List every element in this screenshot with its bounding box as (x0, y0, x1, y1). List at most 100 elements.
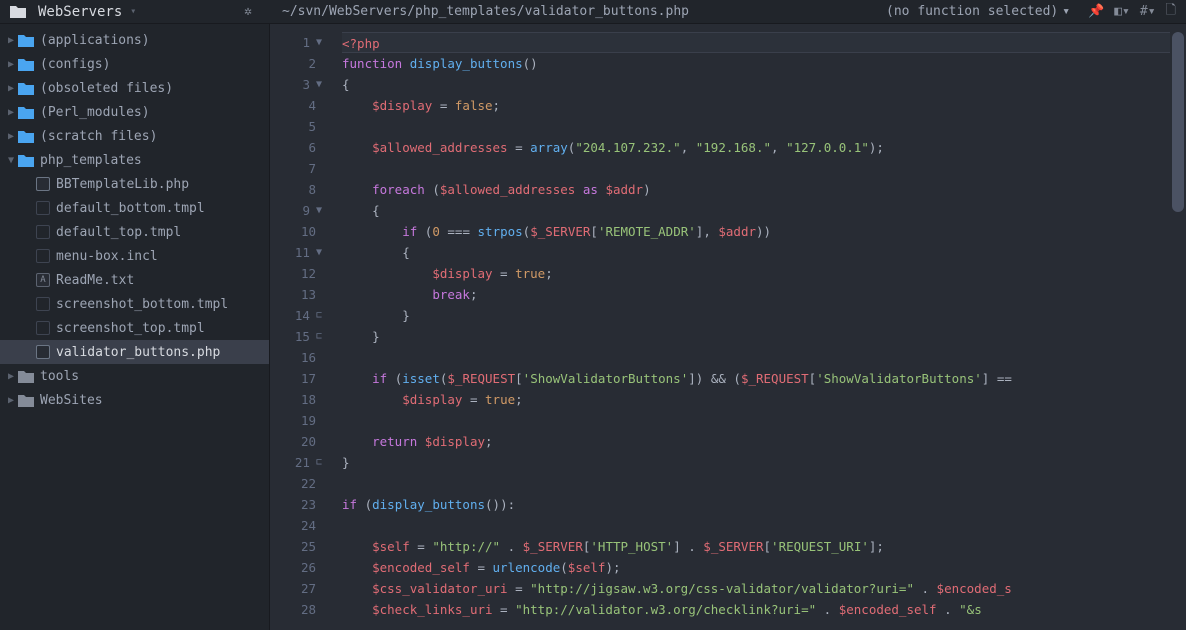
code-line[interactable] (342, 158, 1170, 179)
line-number: 17 (270, 368, 322, 389)
tree-item-label: BBTemplateLib.php (56, 177, 189, 192)
file-item[interactable]: BBTemplateLib.php (0, 172, 269, 196)
line-number: 27 (270, 578, 322, 599)
vertical-scrollbar[interactable] (1170, 24, 1186, 630)
fold-marker-icon[interactable]: ⊏ (316, 305, 322, 326)
code-line[interactable]: break; (342, 284, 1170, 305)
disclosure-triangle-icon[interactable]: ▶ (8, 131, 18, 142)
tree-item-label: WebSites (40, 393, 103, 408)
code-line[interactable]: $display = true; (342, 263, 1170, 284)
file-item[interactable]: ReadMe.txt (0, 268, 269, 292)
pin-icon[interactable]: 📌 (1088, 4, 1104, 19)
line-number: 19 (270, 410, 322, 431)
fold-marker-icon[interactable]: ▼ (316, 242, 322, 263)
file-item[interactable]: screenshot_bottom.tmpl (0, 292, 269, 316)
code-line[interactable]: { (342, 242, 1170, 263)
folder-item[interactable]: ▶ (Perl_modules) (0, 100, 269, 124)
code-line[interactable]: foreach ($allowed_addresses as $addr) (342, 179, 1170, 200)
line-number: 28 (270, 599, 322, 620)
folder-icon (18, 130, 34, 143)
line-number: 16 (270, 347, 322, 368)
code-line[interactable]: <?php (342, 32, 1170, 53)
code-line[interactable] (342, 116, 1170, 137)
code-line[interactable]: $self = "http://" . $_SERVER['HTTP_HOST'… (342, 536, 1170, 557)
line-gutter: 1▼23▼456789▼1011▼121314⊏15⊏161718192021⊏… (270, 24, 330, 630)
folder-item[interactable]: ▶ (scratch files) (0, 124, 269, 148)
code-line[interactable]: } (342, 305, 1170, 326)
code-line[interactable]: if (isset($_REQUEST['ShowValidatorButton… (342, 368, 1170, 389)
code-line[interactable]: { (342, 200, 1170, 221)
folder-icon (18, 394, 34, 407)
folder-icon (18, 82, 34, 95)
folder-item[interactable]: ▶ (applications) (0, 28, 269, 52)
code-line[interactable] (342, 347, 1170, 368)
fold-marker-icon[interactable]: ▼ (316, 200, 322, 221)
gear-icon[interactable]: ✲ (244, 4, 252, 19)
disclosure-triangle-icon[interactable]: ▶ (8, 395, 18, 406)
fold-marker-icon[interactable]: ⊏ (316, 452, 322, 473)
disclosure-triangle-icon[interactable]: ▶ (8, 35, 18, 46)
file-item[interactable]: menu-box.incl (0, 244, 269, 268)
disclosure-triangle-icon[interactable]: ▶ (8, 371, 18, 382)
disclosure-triangle-icon[interactable]: ▶ (8, 83, 18, 94)
code-line[interactable]: $display = false; (342, 95, 1170, 116)
file-item[interactable]: default_bottom.tmpl (0, 196, 269, 220)
code-line[interactable]: if (0 === strpos($_SERVER['REMOTE_ADDR']… (342, 221, 1170, 242)
code-line[interactable]: $encoded_self = urlencode($self); (342, 557, 1170, 578)
chevron-down-icon: ▾ (1062, 4, 1070, 19)
code-line[interactable]: if (display_buttons()): (342, 494, 1170, 515)
counterparts-icon[interactable]: #▾ (1140, 4, 1156, 19)
folder-item[interactable]: ▶(obsoleted files) (0, 76, 269, 100)
tree-item-label: (scratch files) (40, 129, 157, 144)
tree-item-label: validator_buttons.php (56, 345, 220, 360)
tree-item-label: (Perl_modules) (40, 105, 150, 120)
line-number: 10 (270, 221, 322, 242)
fold-marker-icon[interactable]: ⊏ (316, 326, 322, 347)
folder-item[interactable]: ▶(configs) (0, 52, 269, 76)
code-line[interactable]: } (342, 452, 1170, 473)
file-item[interactable]: screenshot_top.tmpl (0, 316, 269, 340)
file-icon (36, 345, 50, 359)
scroll-thumb[interactable] (1172, 32, 1184, 212)
disclosure-triangle-icon[interactable]: ▶ (8, 59, 18, 70)
function-selector-label: (no function selected) (886, 4, 1058, 19)
line-number: 3▼ (270, 74, 322, 95)
code-line[interactable]: return $display; (342, 431, 1170, 452)
disclosure-triangle-icon[interactable]: ▶ (8, 107, 18, 118)
code-line[interactable] (342, 410, 1170, 431)
file-icon (36, 249, 50, 263)
code-line[interactable]: { (342, 74, 1170, 95)
file-item[interactable]: validator_buttons.php (0, 340, 269, 364)
function-selector[interactable]: (no function selected) ▾ (886, 4, 1078, 19)
folder-icon (18, 154, 34, 167)
line-number: 22 (270, 473, 322, 494)
code-editor[interactable]: 1▼23▼456789▼1011▼121314⊏15⊏161718192021⊏… (270, 24, 1186, 630)
code-line[interactable]: $check_links_uri = "http://validator.w3.… (342, 599, 1170, 620)
folder-item[interactable]: ▶tools (0, 364, 269, 388)
code-line[interactable] (342, 473, 1170, 494)
tree-item-label: (applications) (40, 33, 150, 48)
code-line[interactable]: $allowed_addresses = array("204.107.232.… (342, 137, 1170, 158)
folder-icon (10, 5, 26, 18)
fold-marker-icon[interactable]: ▼ (316, 74, 322, 95)
folder-item[interactable]: ▼php_templates (0, 148, 269, 172)
line-number: 20 (270, 431, 322, 452)
folder-item[interactable]: ▶ WebSites (0, 388, 269, 412)
disclosure-triangle-icon[interactable]: ▼ (8, 155, 18, 166)
project-selector[interactable]: WebServers ▾ ✲ (0, 4, 270, 20)
line-number: 7 (270, 158, 322, 179)
code-line[interactable]: function display_buttons() (342, 53, 1170, 74)
code-line[interactable] (342, 515, 1170, 536)
fold-marker-icon[interactable]: ▼ (316, 32, 322, 53)
code-line[interactable]: $display = true; (342, 389, 1170, 410)
project-sidebar[interactable]: ▶ (applications) ▶(configs)▶(obsoleted fil… (0, 24, 270, 630)
line-number: 4 (270, 95, 322, 116)
line-number: 24 (270, 515, 322, 536)
code-line[interactable]: $css_validator_uri = "http://jigsaw.w3.o… (342, 578, 1170, 599)
new-file-icon[interactable]: 🗋 (1166, 1, 1176, 23)
file-item[interactable]: default_top.tmpl (0, 220, 269, 244)
dropdown-arrow-icon: ▾ (130, 6, 136, 17)
split-icon[interactable]: ◧▾ (1114, 4, 1130, 19)
code-area[interactable]: <?phpfunction display_buttons(){ $displa… (330, 24, 1170, 630)
code-line[interactable]: } (342, 326, 1170, 347)
